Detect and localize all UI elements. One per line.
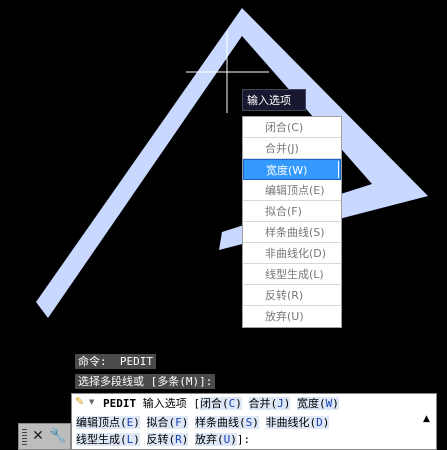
options-menu[interactable]: 闭合(C) 合并(J) 宽度(W) 编辑顶点(E) 拟合(F) 样条曲线(S) … <box>242 116 342 328</box>
prompt-end: ]: <box>236 433 251 446</box>
menu-item-close[interactable]: 闭合(C) <box>243 117 341 138</box>
command-history-line-1: 命令: PEDIT <box>75 354 156 369</box>
menu-item-undo[interactable]: 放弃(U) <box>243 306 341 327</box>
wrench-icon[interactable]: 🔧 <box>49 427 67 445</box>
menu-item-spline[interactable]: 样条曲线(S) <box>243 222 341 243</box>
prompt-line-3: 线型生成(L) 反转(R) 放弃(U)]: <box>76 432 250 447</box>
option-reverse[interactable]: 反转(R) <box>146 433 189 446</box>
drawing-canvas[interactable] <box>0 0 447 450</box>
close-icon[interactable]: ✕ <box>31 427 45 445</box>
input-tooltip: 输入选项 <box>242 89 306 111</box>
option-spline[interactable]: 样条曲线(S) <box>195 416 259 429</box>
chevron-down-icon[interactable]: ▼ <box>89 396 97 408</box>
menu-item-fit[interactable]: 拟合(F) <box>243 201 341 222</box>
option-decurve[interactable]: 非曲线化(D) <box>265 416 330 429</box>
option-join[interactable]: 合并(J) <box>248 397 291 410</box>
prompt-text: 输入选项 [ <box>142 397 200 410</box>
polyline-shape[interactable] <box>36 8 428 318</box>
option-width[interactable]: 宽度(W) <box>297 397 339 410</box>
prompt-line-1: PEDIT 输入选项 [闭合(C) 合并(J) 宽度(W) <box>103 396 339 411</box>
scroll-up-icon[interactable]: ▲ <box>423 414 433 424</box>
menu-item-reverse[interactable]: 反转(R) <box>243 285 341 306</box>
command-line: ✕ 🔧 ✎ ▼ PEDIT 输入选项 [闭合(C) 合并(J) 宽度(W) 编辑… <box>18 393 437 450</box>
option-fit[interactable]: 拟合(F) <box>146 416 189 429</box>
prompt-command: PEDIT <box>103 397 137 410</box>
command-history-line-2: 选择多段线或 [多条(M)]: <box>75 374 216 389</box>
menu-item-join[interactable]: 合并(J) <box>243 138 341 159</box>
menu-item-edit-vertex[interactable]: 编辑顶点(E) <box>243 180 341 201</box>
grip-icon[interactable] <box>22 429 27 445</box>
pencil-icon: ✎ <box>75 395 85 408</box>
menu-item-decurve[interactable]: 非曲线化(D) <box>243 243 341 264</box>
option-edit-vertex[interactable]: 编辑顶点(E) <box>76 416 140 429</box>
command-prompt-panel[interactable]: ✎ ▼ PEDIT 输入选项 [闭合(C) 合并(J) 宽度(W) 编辑顶点(E… <box>71 393 437 450</box>
prompt-line-2: 编辑顶点(E) 拟合(F) 样条曲线(S) 非曲线化(D) <box>76 415 330 430</box>
option-close[interactable]: 闭合(C) <box>200 397 242 410</box>
command-line-toolbar: ✕ 🔧 <box>18 423 71 450</box>
menu-item-linetype-gen[interactable]: 线型生成(L) <box>243 264 341 285</box>
option-linetype-gen[interactable]: 线型生成(L) <box>76 433 140 446</box>
option-undo[interactable]: 放弃(U) <box>195 433 237 446</box>
menu-item-width[interactable]: 宽度(W) <box>243 159 341 180</box>
